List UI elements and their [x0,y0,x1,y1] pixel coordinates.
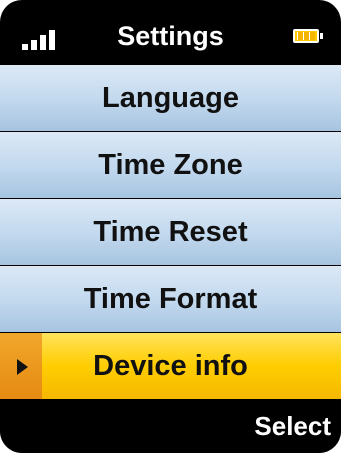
menu-item-label: Time Reset [93,216,248,248]
selection-marker [0,333,42,399]
menu-item-time-zone[interactable]: Time Zone [0,131,341,198]
menu-item-device-info[interactable]: Device info [0,332,341,399]
selection-arrow-icon [17,359,28,375]
menu-item-label: Time Format [83,283,258,315]
menu-item-time-reset[interactable]: Time Reset [0,198,341,265]
menu-item-time-format[interactable]: Time Format [0,265,341,332]
status-bar: Settings [0,0,341,64]
menu-item-label: Time Zone [98,149,243,181]
menu-item-label: Device info [93,350,248,382]
select-softkey[interactable]: Select [254,409,331,443]
battery-icon [293,29,323,43]
softkey-bar: Select [0,400,341,453]
menu-item-label: Language [102,82,239,114]
menu-item-language[interactable]: Language [0,64,341,131]
phone-screen: Settings Language Time Zone Time Reset T… [0,0,341,453]
screen-title: Settings [117,21,224,51]
settings-menu: Language Time Zone Time Reset Time Forma… [0,64,341,399]
